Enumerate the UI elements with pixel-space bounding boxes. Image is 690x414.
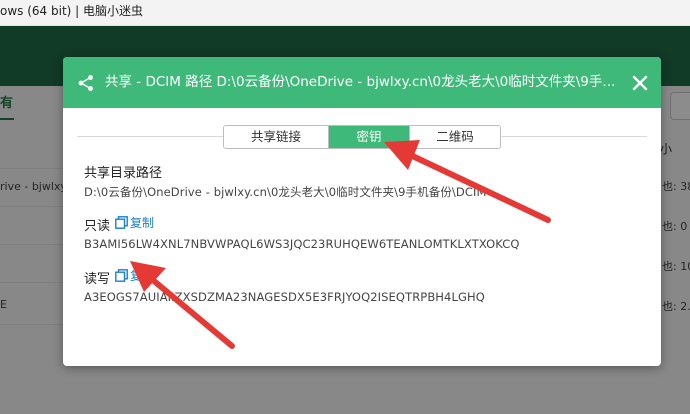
dialog-title: 共享 - DCIM 路径 D:\0云备份\OneDrive - bjwlxy.c… (105, 74, 615, 90)
copy-readwrite-button[interactable]: 复制 (115, 267, 154, 284)
copy-readonly-label: 复制 (130, 216, 155, 230)
dialog-tabs: 共享链接 密钥 二维码 (223, 125, 501, 149)
share-icon (78, 75, 93, 91)
copy-readonly-button[interactable]: 复制 (115, 214, 154, 231)
path-value: D:\0云备份\OneDrive - bjwlxy.cn\0龙头老大\0临时文件… (84, 185, 487, 199)
tab-share-link[interactable]: 共享链接 (224, 126, 329, 148)
readwrite-key: A3EOGS7AUIAIIZXSDZMA23NAGESDX5E3FRJYOQ2I… (84, 290, 485, 304)
copy-icon (115, 216, 128, 229)
tab-qrcode[interactable]: 二维码 (410, 126, 500, 148)
share-dialog: 共享 - DCIM 路径 D:\0云备份\OneDrive - bjwlxy.c… (63, 57, 661, 366)
dialog-header: 共享 - DCIM 路径 D:\0云备份\OneDrive - bjwlxy.c… (63, 57, 661, 108)
readonly-key: B3AMI56LW4XNL7NBVWPAQL6WS3JQC23RUHQEW6TE… (84, 237, 520, 251)
readonly-label: 只读 (84, 219, 111, 234)
path-label: 共享目录路径 (84, 166, 163, 181)
window-title-bar: ows (64 bit) | 电脑小迷虫 (0, 0, 690, 26)
copy-icon (115, 269, 128, 282)
copy-readwrite-label: 复制 (130, 269, 155, 283)
tab-secret-key[interactable]: 密钥 (329, 126, 410, 148)
window-title: ows (64 bit) | 电脑小迷虫 (0, 4, 143, 18)
readwrite-label: 读写 (84, 272, 111, 287)
close-icon[interactable] (629, 72, 651, 94)
